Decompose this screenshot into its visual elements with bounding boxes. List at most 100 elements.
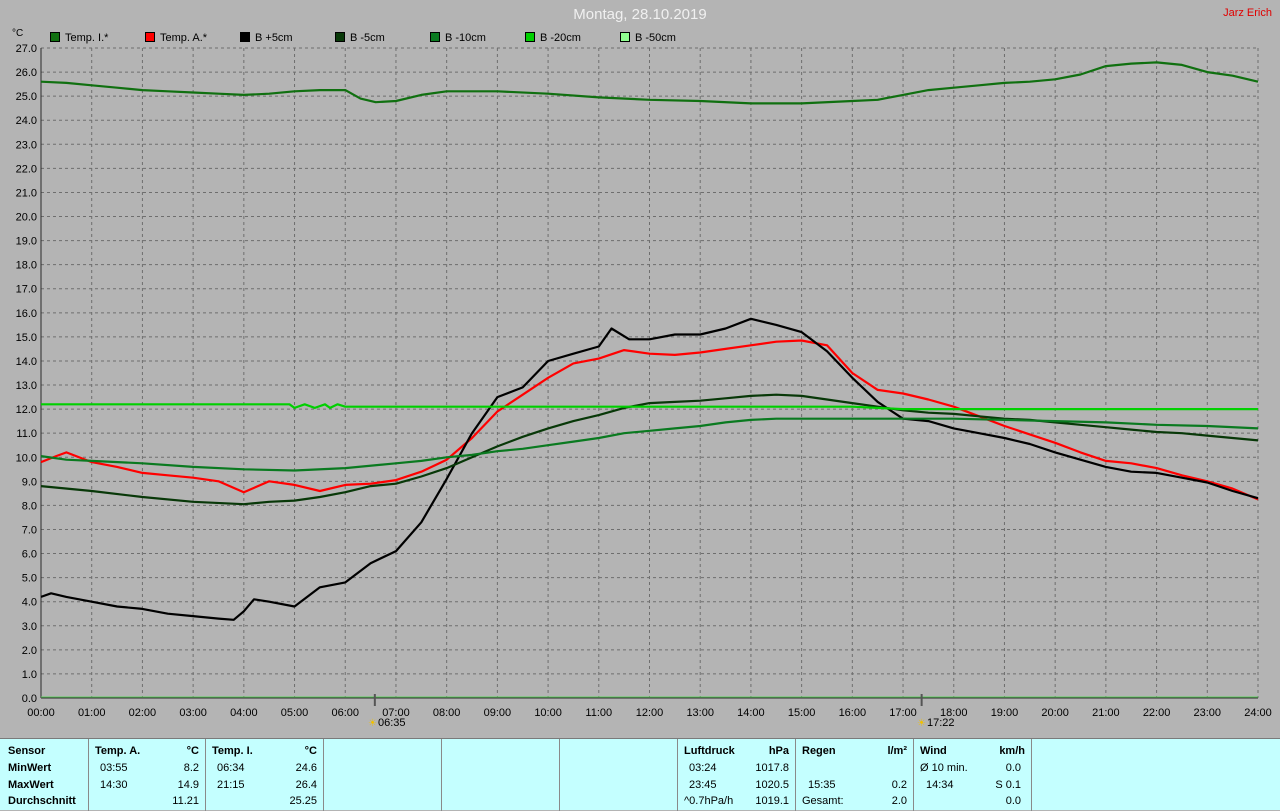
x-tick-label: 01:00: [78, 707, 106, 719]
y-axis-unit: °C: [12, 28, 24, 39]
y-tick-label: 26.0: [16, 67, 37, 79]
legend-swatch: [50, 32, 60, 42]
stats-header-wind: Wind: [920, 745, 947, 757]
y-tick-label: 23.0: [16, 139, 37, 151]
x-tick-label: 03:00: [179, 707, 207, 719]
legend-item-b-minus10[interactable]: B -10cm: [430, 32, 486, 44]
stats-header-luftdruck: Luftdruck: [684, 745, 735, 757]
stats-unit-wind: km/h: [999, 745, 1025, 757]
stats-wind-extra-value: 0.0: [1005, 795, 1021, 807]
stats-luft-max-value: 1020.5: [755, 779, 789, 791]
y-tick-label: 10.0: [16, 452, 37, 464]
x-tick-label: 15:00: [788, 707, 816, 719]
y-tick-label: 9.0: [22, 476, 37, 488]
y-tick-label: 24.0: [16, 115, 37, 127]
stats-luft-trend: ^0.7hPa/h: [684, 795, 734, 807]
x-tick-label: 09:00: [484, 707, 512, 719]
x-tick-label: 24:00: [1244, 707, 1272, 719]
x-tick-label: 12:00: [636, 707, 664, 719]
x-tick-label: 23:00: [1194, 707, 1222, 719]
legend-item-b-minus5[interactable]: B -5cm: [335, 32, 385, 44]
sunset-marker: ☀17:22: [917, 717, 955, 729]
legend-swatch: [525, 32, 535, 42]
y-axis: 0.0 1.0 2.0 3.0 4.0 5.0 6.0 7.0 8.0 9.0 10.0 11.0 12…: [16, 43, 42, 705]
sunrise-icon: ☀: [368, 718, 377, 729]
stats-temp-a-max-value: 14.9: [177, 779, 199, 791]
stats-regen-total-label: Gesamt:: [802, 795, 844, 807]
y-tick-label: 6.0: [22, 549, 37, 561]
stats-wind-avg-label: Ø 10 min.: [920, 762, 968, 774]
chart-title: Montag, 28.10.2019: [573, 6, 707, 23]
legend-label: B -20cm: [540, 32, 581, 44]
stats-col-empty-2: [442, 739, 560, 811]
stats-luft-min-time: 03:24: [689, 762, 717, 774]
stats-unit-regen: l/m²: [887, 745, 907, 757]
stats-regen-max-value: 0.2: [891, 779, 907, 791]
x-tick-label: 21:00: [1092, 707, 1120, 719]
stats-row-min: MinWert: [8, 762, 52, 774]
x-tick-label: 20:00: [1041, 707, 1069, 719]
stats-col-wind: Wind km/h Ø 10 min. 0.0 14:34 S 0.1 0.0: [914, 739, 1032, 811]
stats-temp-a-min-value: 8.2: [183, 762, 199, 774]
y-tick-label: 25.0: [16, 91, 37, 103]
x-tick-label: 00:00: [27, 707, 55, 719]
legend-item-b-plus5[interactable]: B +5cm: [240, 32, 293, 44]
y-tick-label: 22.0: [16, 163, 37, 175]
author-label: Jarz Erich: [1223, 7, 1272, 19]
x-tick-label: 14:00: [737, 707, 765, 719]
stats-luft-avg-value: 1019.1: [755, 795, 789, 807]
stats-regen-max-time: 15:35: [808, 779, 836, 791]
x-tick-label: 10:00: [534, 707, 562, 719]
y-tick-label: 1.0: [22, 669, 37, 681]
stats-luft-max-time: 23:45: [689, 779, 717, 791]
legend-item-b-minus50[interactable]: B -50cm: [620, 32, 676, 44]
legend-swatch: [335, 32, 345, 42]
stats-temp-i-max-time: 21:15: [217, 779, 245, 791]
legend-label: B +5cm: [255, 32, 293, 44]
y-tick-label: 11.0: [16, 428, 37, 440]
y-tick-label: 20.0: [16, 212, 37, 224]
x-tick-label: 04:00: [230, 707, 258, 719]
x-tick-label: 19:00: [991, 707, 1019, 719]
stats-unit-temp-a: °C: [186, 745, 199, 757]
stats-col-empty-3: [560, 739, 678, 811]
legend-item-temp-a[interactable]: Temp. A.*: [145, 32, 207, 44]
stats-header-sensor: Sensor: [8, 745, 46, 757]
y-tick-label: 15.0: [16, 332, 37, 344]
stats-temp-i-min-value: 24.6: [295, 762, 317, 774]
legend-swatch: [240, 32, 250, 42]
statistics-panel: Sensor MinWert MaxWert Durchschnitt Temp…: [0, 738, 1280, 811]
y-tick-label: 27.0: [16, 43, 37, 55]
stats-wind-gust-time: 14:34: [926, 779, 954, 791]
stats-unit-temp-i: °C: [304, 745, 317, 757]
y-tick-label: 12.0: [16, 404, 37, 416]
stats-temp-a-avg-value: 11.21: [172, 795, 199, 807]
sunset-time: 17:22: [926, 717, 955, 729]
stats-temp-a-min-time: 03:55: [100, 762, 128, 774]
x-tick-label: 17:00: [889, 707, 917, 719]
stats-temp-i-avg-value: 25.25: [289, 795, 317, 807]
y-tick-label: 19.0: [16, 236, 37, 248]
x-tick-label: 08:00: [433, 707, 461, 719]
legend-label: Temp. A.*: [160, 32, 208, 44]
stats-col-luftdruck: Luftdruck hPa 03:24 1017.8 23:45 1020.5 …: [678, 739, 796, 811]
legend-item-temp-i[interactable]: Temp. I.*: [50, 32, 108, 44]
stats-col-empty-1: [324, 739, 442, 811]
legend-swatch: [620, 32, 630, 42]
y-tick-label: 16.0: [16, 308, 37, 320]
legend-label: B -5cm: [350, 32, 385, 44]
sunrise-marker: ☀06:35: [368, 717, 406, 729]
stats-col-temp-i: Temp. I. °C 06:34 24.6 21:15 26.4 25.25: [206, 739, 324, 811]
stats-col-temp-a: Temp. A. °C 03:55 8.2 14:30 14.9 11.21: [89, 739, 206, 811]
x-tick-label: 13:00: [686, 707, 714, 719]
x-tick-label: 02:00: [129, 707, 157, 719]
chart: 0.0 1.0 2.0 3.0 4.0 5.0 6.0 7.0 8.0 9.0 10.0 11.0 12…: [16, 43, 1272, 719]
stats-temp-i-min-time: 06:34: [217, 762, 245, 774]
stats-temp-a-max-time: 14:30: [100, 779, 128, 791]
y-tick-label: 0.0: [22, 693, 37, 705]
legend-item-b-minus20[interactable]: B -20cm: [525, 32, 581, 44]
sunrise-time: 06:35: [377, 717, 406, 729]
stats-temp-i-max-value: 26.4: [295, 779, 317, 791]
x-tick-label: 16:00: [839, 707, 867, 719]
legend-swatch: [430, 32, 440, 42]
